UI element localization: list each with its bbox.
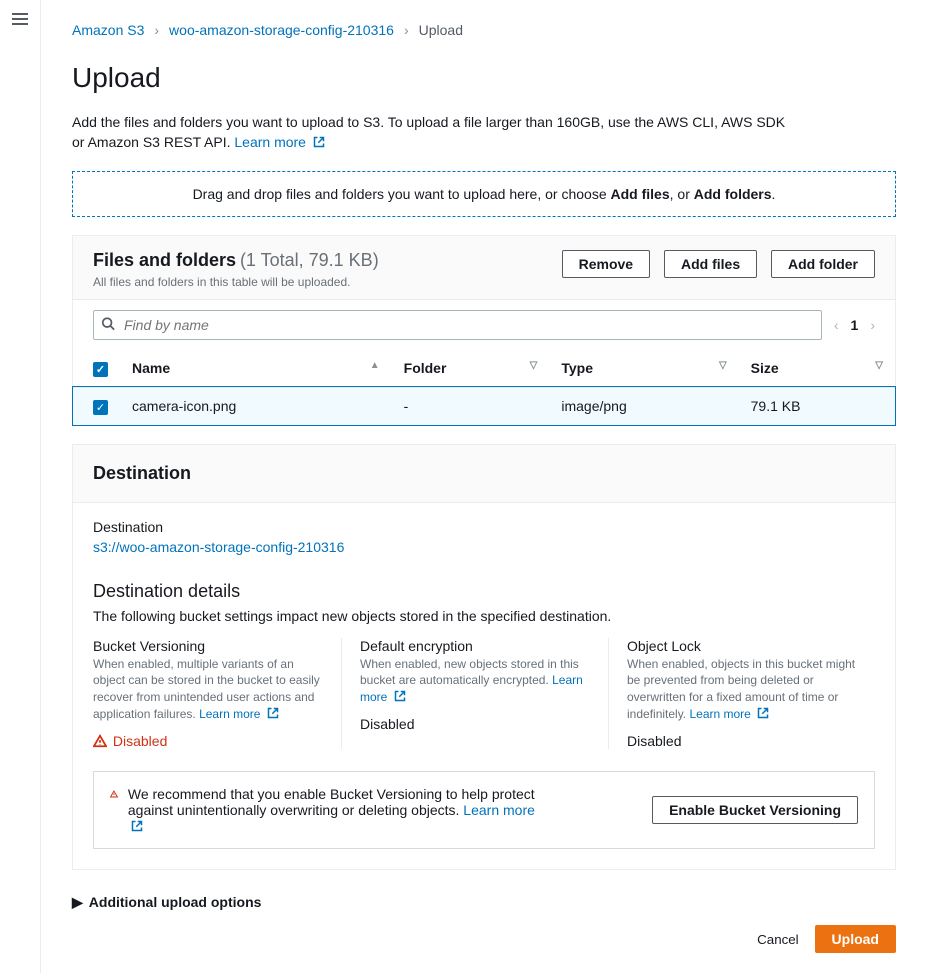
caret-right-icon: ▶ <box>72 894 83 911</box>
col-type[interactable]: Type▽ <box>549 350 738 388</box>
prev-page-button[interactable]: ‹ <box>834 317 839 333</box>
learn-more-link[interactable]: Learn more <box>199 707 279 721</box>
upload-button[interactable]: Upload <box>815 925 896 953</box>
breadcrumb-current: Upload <box>419 22 463 38</box>
sort-icon: ▽ <box>719 360 727 371</box>
versioning-status: Disabled <box>93 733 323 749</box>
search-icon <box>101 316 115 333</box>
object-lock-col: Object Lock When enabled, objects in thi… <box>608 638 875 749</box>
default-encryption-col: Default encryption When enabled, new obj… <box>341 638 608 749</box>
row-checkbox[interactable]: ✓ <box>93 400 108 415</box>
destination-details-sub: The following bucket settings impact new… <box>93 608 875 624</box>
learn-more-link[interactable]: Learn more <box>234 134 324 150</box>
files-meta: (1 Total, 79.1 KB) <box>240 250 379 270</box>
select-all-checkbox[interactable]: ✓ <box>93 362 108 377</box>
col-name[interactable]: Name▲ <box>120 350 392 388</box>
external-link-icon <box>394 690 406 702</box>
files-sub: All files and folders in this table will… <box>93 275 379 289</box>
files-panel: Files and folders (1 Total, 79.1 KB) All… <box>72 235 896 426</box>
external-link-icon <box>131 820 143 832</box>
next-page-button[interactable]: › <box>870 317 875 333</box>
bucket-versioning-col: Bucket Versioning When enabled, multiple… <box>93 638 341 749</box>
col-folder[interactable]: Folder▽ <box>392 350 550 388</box>
versioning-alert: We recommend that you enable Bucket Vers… <box>93 771 875 849</box>
sort-icon: ▽ <box>530 360 538 371</box>
add-folder-button[interactable]: Add folder <box>771 250 875 278</box>
chevron-right-icon: › <box>404 22 409 38</box>
encryption-status: Disabled <box>360 716 590 732</box>
lock-status: Disabled <box>627 733 857 749</box>
chevron-right-icon: › <box>154 22 159 38</box>
external-link-icon <box>757 707 769 719</box>
sort-asc-icon: ▲ <box>370 360 380 371</box>
intro-text: Add the files and folders you want to up… <box>72 112 792 153</box>
col-size[interactable]: Size▽ <box>739 350 895 388</box>
destination-path-link[interactable]: s3://woo-amazon-storage-config-210316 <box>93 539 344 555</box>
destination-panel: Destination Destination s3://woo-amazon-… <box>72 444 896 870</box>
cell-name: camera-icon.png <box>120 387 392 425</box>
external-link-icon <box>267 707 279 719</box>
breadcrumb-root[interactable]: Amazon S3 <box>72 22 144 38</box>
cell-folder: - <box>392 387 550 425</box>
page-number: 1 <box>851 317 859 333</box>
remove-button[interactable]: Remove <box>562 250 650 278</box>
table-row[interactable]: ✓ camera-icon.png - image/png 79.1 KB <box>73 387 895 425</box>
files-table: ✓ Name▲ Folder▽ Type▽ Size▽ ✓ camera-ico… <box>73 350 895 425</box>
destination-label: Destination <box>93 519 875 535</box>
dropzone[interactable]: Drag and drop files and folders you want… <box>72 171 896 217</box>
add-files-button[interactable]: Add files <box>664 250 757 278</box>
destination-details-title: Destination details <box>93 581 875 602</box>
files-title: Files and folders <box>93 250 236 270</box>
warning-icon <box>93 734 107 748</box>
destination-title: Destination <box>73 445 895 503</box>
breadcrumb-bucket[interactable]: woo-amazon-storage-config-210316 <box>169 22 394 38</box>
search-input[interactable] <box>93 310 822 340</box>
warning-icon <box>110 786 118 802</box>
external-link-icon <box>313 136 325 148</box>
page-title: Upload <box>72 62 896 94</box>
additional-options-toggle[interactable]: ▶Additional upload options <box>72 894 896 911</box>
enable-versioning-button[interactable]: Enable Bucket Versioning <box>652 796 858 824</box>
sort-icon: ▽ <box>875 360 883 371</box>
cell-type: image/png <box>549 387 738 425</box>
cancel-button[interactable]: Cancel <box>745 926 811 953</box>
menu-icon[interactable] <box>12 10 28 28</box>
cell-size: 79.1 KB <box>739 387 895 425</box>
breadcrumb: Amazon S3 › woo-amazon-storage-config-21… <box>72 22 896 38</box>
learn-more-link[interactable]: Learn more <box>689 707 769 721</box>
